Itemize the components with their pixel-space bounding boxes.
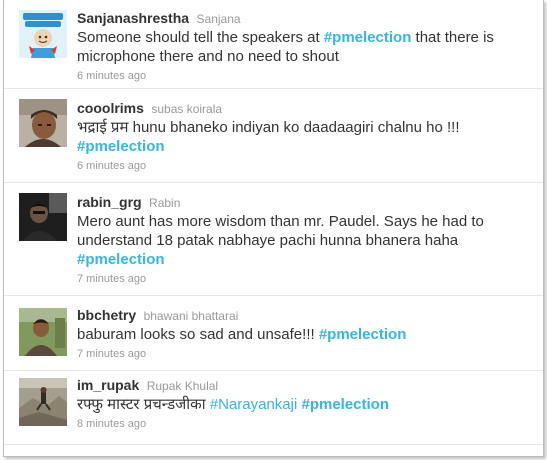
- tweet-list: Sanjanashrestha Sanjana Someone should t…: [3, 0, 544, 457]
- username[interactable]: rabin_grg: [77, 194, 142, 210]
- username[interactable]: bbchetry: [77, 307, 136, 323]
- full-name: subas koirala: [151, 102, 223, 116]
- username[interactable]: im_rupak: [77, 377, 139, 393]
- hashtag-link[interactable]: #Narayankaji: [210, 396, 298, 413]
- tweet-text: भद्राई प्रम hunu bhaneko indiyan ko daad…: [77, 119, 460, 136]
- man-in-dark-icon: [19, 193, 67, 241]
- tweet-text-hashtag: #pmelection: [77, 250, 533, 269]
- full-name: Rupak Khulal: [146, 379, 219, 393]
- avatar[interactable]: [19, 308, 67, 356]
- timestamp[interactable]: 7 minutes ago: [77, 272, 533, 286]
- tweet-text: Someone should tell the speakers at #pme…: [77, 29, 494, 65]
- tweet-text: Mero aunt has more wisdom than mr. Paude…: [77, 213, 484, 249]
- timestamp[interactable]: 6 minutes ago: [77, 69, 533, 83]
- full-name: bhawani bhattarai: [143, 309, 239, 323]
- man-with-cap-icon: [19, 99, 67, 147]
- avatar[interactable]: [19, 10, 67, 58]
- full-name: Sanjana: [196, 12, 241, 26]
- hashtag-link[interactable]: #pmelection: [77, 251, 165, 268]
- man-outdoors-icon: [19, 308, 67, 356]
- hashtag-link[interactable]: #pmelection: [301, 396, 389, 413]
- hashtag-link[interactable]: #pmelection: [319, 326, 407, 343]
- tweet-text-hashtag: #pmelection: [77, 137, 533, 156]
- timestamp[interactable]: 8 minutes ago: [77, 417, 533, 431]
- tweet-item: rabin_grg Rabin Mero aunt has more wisdo…: [4, 183, 543, 296]
- tweet-item: im_rupak Rupak Khulal रफ्फु मास्टर प्रचन…: [4, 371, 543, 445]
- hashtag-link[interactable]: #pmelection: [324, 29, 412, 46]
- tweet-text: baburam looks so sad and unsafe!!! #pmel…: [77, 326, 407, 343]
- tweet-item: bbchetry bhawani bhattarai baburam looks…: [4, 296, 543, 371]
- tweet-item: Sanjanashrestha Sanjana Someone should t…: [4, 0, 543, 89]
- tweet-item: cooolrims subas koirala भद्राई प्रम hunu…: [4, 89, 543, 183]
- tweet-text: रफ्फु मास्टर प्रचन्डजीका #Narayankaji #p…: [77, 396, 390, 413]
- timestamp[interactable]: 6 minutes ago: [77, 159, 533, 173]
- person-on-rocks-icon: [19, 378, 67, 426]
- timestamp[interactable]: 7 minutes ago: [77, 347, 533, 361]
- hashtag-link[interactable]: #pmelection: [77, 138, 165, 155]
- superhero-cartoon-icon: [19, 10, 67, 58]
- full-name: Rabin: [149, 196, 181, 210]
- username[interactable]: Sanjanashrestha: [77, 10, 189, 26]
- avatar[interactable]: [19, 193, 67, 241]
- avatar[interactable]: [19, 378, 67, 426]
- avatar[interactable]: [19, 99, 67, 147]
- username[interactable]: cooolrims: [77, 100, 144, 116]
